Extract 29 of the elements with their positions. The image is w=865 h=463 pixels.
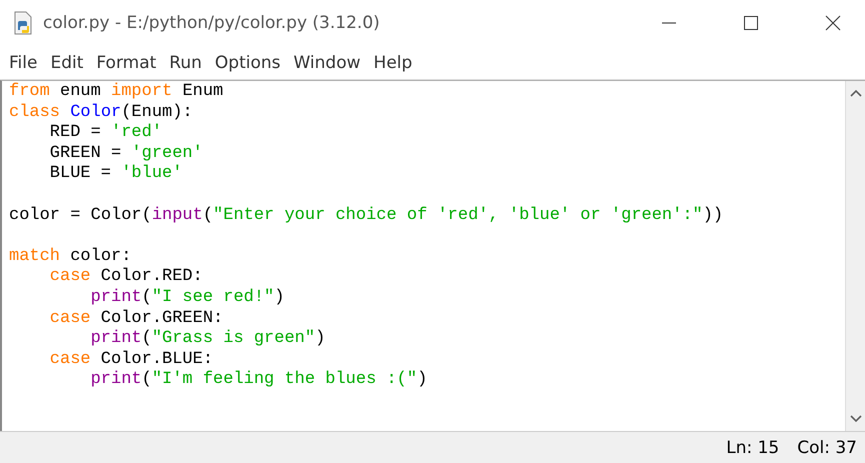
python-file-icon <box>13 11 33 35</box>
code-line: class Color(Enum): <box>9 102 193 122</box>
code-line: print("Grass is green") <box>90 329 326 348</box>
close-icon[interactable] <box>825 15 841 31</box>
code-line: BLUE = 'blue' <box>50 164 182 184</box>
menu-item[interactable]: Format <box>96 52 156 72</box>
menu-item[interactable]: Window <box>294 52 361 72</box>
code-line: case Color.BLUE: <box>50 350 214 369</box>
column-number: Col: 37 <box>797 438 857 458</box>
code-line: match color: <box>9 246 132 266</box>
menu-item[interactable]: Edit <box>50 52 84 72</box>
code-line: case Color.RED: <box>50 267 203 286</box>
maximize-icon[interactable] <box>743 15 759 31</box>
code-line: color = Color(input("Enter your choice of 'red', 'blue' or 'green':")) <box>9 206 724 225</box>
menu-item[interactable]: Options <box>214 52 280 72</box>
scrollbar[interactable] <box>845 81 865 431</box>
menu-item[interactable]: Help <box>374 52 412 72</box>
menu-item[interactable]: Run <box>169 52 202 72</box>
code-line: print("I'm feeling the blues :(") <box>90 370 428 390</box>
line-number: Ln: 15 <box>726 438 780 458</box>
code-line: from enum import Enum <box>9 82 224 101</box>
scroll-up-icon[interactable] <box>850 89 862 97</box>
scroll-down-icon[interactable] <box>850 415 862 423</box>
menu-item[interactable]: File <box>9 52 38 72</box>
window-title: color.py - E:/python/py/color.py (3.12.0) <box>43 13 380 33</box>
code-line: RED = 'red' <box>50 123 162 142</box>
code-line: print("I see red!") <box>90 288 284 307</box>
code-line: case Color.GREEN: <box>50 308 224 328</box>
code-line: GREEN = 'green' <box>50 144 203 163</box>
